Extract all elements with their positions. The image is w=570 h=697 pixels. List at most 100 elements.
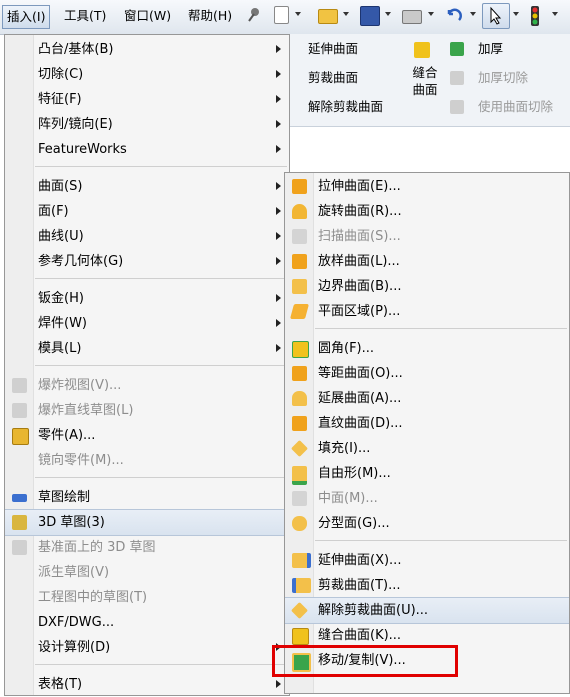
menu-item-weldments[interactable]: 焊件(W) — [5, 311, 289, 336]
submenu-item-mid-surface[interactable]: 中面(M)... — [285, 486, 569, 511]
menu-item-mirror-part[interactable]: 镜向零件(M)... — [5, 448, 289, 473]
surfaces-command-ribbon: 延伸曲面 剪裁曲面 解除剪裁曲面 缝合曲面 加厚 加厚切除 使用曲面切除 — [288, 34, 570, 127]
menu-item-featureworks[interactable]: FeatureWorks — [5, 137, 289, 162]
menu-item-sketch-from-drawing[interactable]: 工程图中的草图(T) — [5, 585, 289, 610]
traffic-light-icon[interactable] — [530, 6, 540, 26]
submenu-arrow-icon — [276, 680, 281, 688]
fill-surface-icon — [291, 440, 308, 457]
sketch-icon — [12, 494, 27, 502]
thicken-cut-icon — [450, 71, 464, 85]
submenu-item-trim-surface[interactable]: 剪裁曲面(T)... — [285, 573, 569, 598]
submenu-arrow-icon — [276, 70, 281, 78]
submenu-item-extend-surface[interactable]: 延伸曲面(X)... — [285, 548, 569, 573]
menu-item-explode-line-sketch[interactable]: 爆炸直线草图(L) — [5, 398, 289, 423]
submenu-item-fillet[interactable]: 圆角(F)... — [285, 336, 569, 361]
new-dropdown-icon[interactable] — [295, 12, 301, 16]
menu-separator — [35, 664, 287, 665]
save-icon[interactable] — [360, 6, 380, 26]
menu-tools[interactable]: 工具(T) — [60, 5, 110, 27]
menu-separator — [35, 477, 287, 478]
menu-item-exploded-view[interactable]: 爆炸视图(V)... — [5, 373, 289, 398]
menu-item-features[interactable]: 特征(F) — [5, 87, 289, 112]
exploded-view-icon — [12, 378, 27, 393]
extend-surface-icon — [292, 553, 311, 568]
undo-dropdown-icon[interactable] — [470, 12, 476, 16]
surface-submenu: 拉伸曲面(E)... 旋转曲面(R)... 扫描曲面(S)... 放样曲面(L)… — [284, 172, 570, 694]
ribbon-cut-with-surface[interactable]: 使用曲面切除 — [478, 98, 553, 116]
menu-item-3d-sketch-on-plane[interactable]: 基准面上的 3D 草图 — [5, 535, 289, 560]
menu-item-curve[interactable]: 曲线(U) — [5, 224, 289, 249]
menu-item-pattern-mirror[interactable]: 阵列/镜向(E) — [5, 112, 289, 137]
ruled-surface-icon — [292, 416, 307, 431]
menu-item-face[interactable]: 面(F) — [5, 199, 289, 224]
ribbon-untrim-surface[interactable]: 解除剪裁曲面 — [308, 98, 383, 116]
submenu-item-revolved-surface[interactable]: 旋转曲面(R)... — [285, 199, 569, 224]
insert-menu: 凸台/基体(B) 切除(C) 特征(F) 阵列/镜向(E) FeatureWor… — [4, 34, 290, 696]
thicken-icon[interactable] — [450, 42, 464, 56]
menu-bar: 插入(I) 工具(T) 窗口(W) 帮助(H) — [0, 0, 570, 35]
submenu-item-fill-surface[interactable]: 填充(I)... — [285, 436, 569, 461]
submenu-item-ruled-surface[interactable]: 直纹曲面(D)... — [285, 411, 569, 436]
ribbon-trim-surface[interactable]: 剪裁曲面 — [308, 69, 358, 87]
open-folder-icon[interactable] — [318, 9, 338, 24]
menu-separator — [315, 540, 567, 541]
submenu-item-freeform[interactable]: 自由形(M)... — [285, 461, 569, 486]
menu-item-molds[interactable]: 模具(L) — [5, 336, 289, 361]
ribbon-extend-surface[interactable]: 延伸曲面 — [308, 40, 358, 58]
submenu-item-radiate-surface[interactable]: 延展曲面(A)... — [285, 386, 569, 411]
mid-surface-icon — [292, 491, 307, 506]
untrim-surface-icon — [291, 602, 308, 619]
parting-surface-icon — [292, 516, 307, 531]
freeform-icon — [292, 466, 307, 485]
submenu-item-offset-surface[interactable]: 等距曲面(O)... — [285, 361, 569, 386]
print-dropdown-icon[interactable] — [428, 12, 434, 16]
menu-item-part[interactable]: 零件(A)... — [5, 423, 289, 448]
extruded-surface-icon — [292, 179, 307, 194]
menu-item-boss-base[interactable]: 凸台/基体(B) — [5, 37, 289, 62]
menu-item-reference-geometry[interactable]: 参考几何体(G) — [5, 249, 289, 274]
menu-insert[interactable]: 插入(I) — [2, 5, 51, 29]
submenu-item-parting-surface[interactable]: 分型面(G)... — [285, 511, 569, 536]
knit-surface-icon — [292, 628, 309, 645]
ribbon-thicken[interactable]: 加厚 — [478, 40, 503, 58]
menu-item-surface[interactable]: 曲面(S) — [5, 174, 289, 199]
submenu-item-swept-surface[interactable]: 扫描曲面(S)... — [285, 224, 569, 249]
menu-help[interactable]: 帮助(H) — [184, 5, 236, 27]
menu-item-cut[interactable]: 切除(C) — [5, 62, 289, 87]
save-dropdown-icon[interactable] — [385, 12, 391, 16]
print-icon[interactable] — [402, 10, 422, 24]
pin-icon[interactable] — [246, 6, 260, 24]
ribbon-thicken-cut[interactable]: 加厚切除 — [478, 69, 528, 87]
menu-item-3d-sketch[interactable]: 3D 草图(3) — [5, 509, 289, 536]
knit-surface-icon[interactable] — [414, 42, 430, 58]
submenu-item-boundary-surface[interactable]: 边界曲面(B)... — [285, 274, 569, 299]
3d-sketch-on-plane-icon — [12, 540, 27, 555]
highlight-annotation-box — [272, 645, 458, 677]
submenu-arrow-icon — [276, 294, 281, 302]
menu-separator — [35, 365, 287, 366]
submenu-arrow-icon — [276, 120, 281, 128]
menu-item-dxf-dwg[interactable]: DXF/DWG... — [5, 610, 289, 635]
rebuild-dropdown-icon[interactable] — [552, 12, 558, 16]
new-document-icon[interactable] — [274, 6, 289, 24]
open-dropdown-icon[interactable] — [343, 12, 349, 16]
submenu-arrow-icon — [276, 145, 281, 153]
cut-with-surface-icon — [450, 100, 464, 114]
menu-item-sketch[interactable]: 草图绘制 — [5, 485, 289, 510]
undo-icon[interactable] — [444, 6, 464, 24]
submenu-arrow-icon — [276, 45, 281, 53]
submenu-item-untrim-surface[interactable]: 解除剪裁曲面(U)... — [285, 597, 569, 624]
menu-item-design-study[interactable]: 设计算例(D) — [5, 635, 289, 660]
submenu-item-extruded-surface[interactable]: 拉伸曲面(E)... — [285, 174, 569, 199]
menu-window[interactable]: 窗口(W) — [120, 5, 175, 27]
menu-item-sheet-metal[interactable]: 钣金(H) — [5, 286, 289, 311]
select-pointer-button[interactable] — [482, 3, 510, 29]
submenu-arrow-icon — [276, 182, 281, 190]
menu-item-derived-sketch[interactable]: 派生草图(V) — [5, 560, 289, 585]
submenu-item-planar-surface[interactable]: 平面区域(P)... — [285, 299, 569, 324]
fillet-icon — [292, 341, 309, 358]
select-dropdown-icon[interactable] — [513, 12, 519, 16]
menu-separator — [315, 328, 567, 329]
submenu-item-lofted-surface[interactable]: 放样曲面(L)... — [285, 249, 569, 274]
ribbon-knit-surface[interactable]: 缝合曲面 — [412, 64, 438, 98]
